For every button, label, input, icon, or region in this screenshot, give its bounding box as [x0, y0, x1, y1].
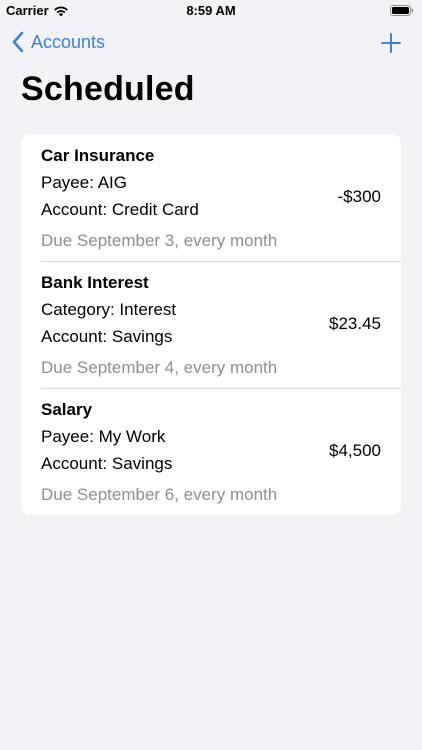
item-account: Account: Credit Card [41, 200, 199, 219]
scheduled-item-car-insurance[interactable]: Car Insurance Payee: AIG Account: Credit… [21, 134, 401, 261]
item-due-date: Due September 3, every month [41, 231, 278, 250]
item-amount: $23.45 [329, 314, 381, 333]
item-name: Bank Interest [41, 273, 149, 292]
item-payee: Payee: AIG [41, 173, 127, 192]
status-bar: Carrier 8:59 AM [0, 0, 422, 22]
battery-icon [390, 5, 413, 16]
item-account: Account: Savings [41, 327, 173, 346]
item-amount: -$300 [337, 187, 381, 206]
back-button-label: Accounts [31, 31, 106, 52]
back-button[interactable]: Accounts [11, 31, 105, 53]
item-name: Car Insurance [41, 146, 155, 165]
item-account: Account: Savings [41, 454, 173, 473]
item-payee: Payee: My Work [41, 427, 166, 446]
scheduled-item-bank-interest[interactable]: Bank Interest Category: Interest Account… [21, 261, 401, 388]
item-category: Category: Interest [41, 300, 177, 319]
scheduled-list: Car Insurance Payee: AIG Account: Credit… [21, 134, 401, 515]
scheduled-item-salary[interactable]: Salary Payee: My Work Account: Savings D… [21, 388, 401, 515]
chevron-left-icon [12, 31, 24, 53]
item-due-date: Due September 4, every month [41, 358, 278, 377]
page-title: Scheduled [21, 70, 195, 108]
item-amount: $4,500 [329, 441, 381, 460]
item-due-date: Due September 6, every month [41, 485, 278, 504]
item-name: Salary [41, 400, 93, 419]
plus-icon[interactable] [380, 32, 402, 54]
status-time: 8:59 AM [186, 3, 236, 18]
navigation-bar: Accounts [0, 28, 422, 60]
